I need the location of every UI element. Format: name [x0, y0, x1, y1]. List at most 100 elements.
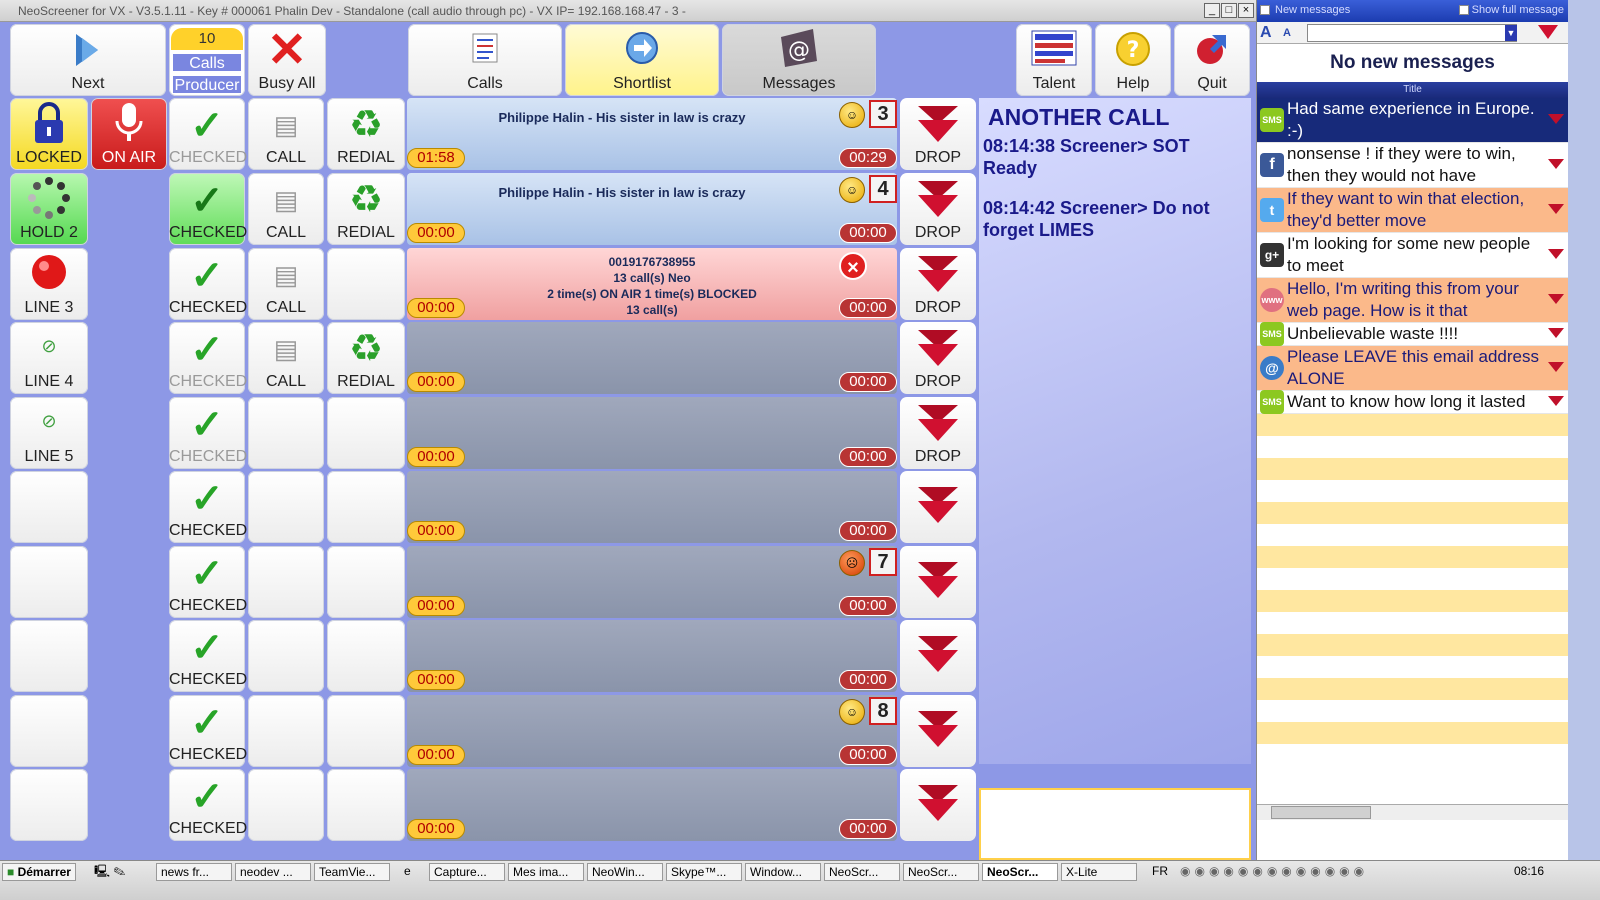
busy-all-button[interactable]: ✕ Busy All [248, 24, 326, 96]
scrollbar-thumb[interactable] [1271, 806, 1371, 819]
system-tray-icons[interactable]: ◉◉◉◉◉◉◉◉◉◉◉◉◉ [1176, 863, 1502, 881]
redial-slot-empty[interactable] [327, 546, 405, 618]
drop-button[interactable] [900, 471, 976, 543]
line-empty[interactable] [10, 695, 88, 767]
maximize-button[interactable]: □ [1221, 3, 1237, 18]
messages-button[interactable]: @ Messages [722, 24, 876, 96]
call-slot-empty[interactable] [248, 695, 324, 767]
call-row[interactable]: 00:00 00:00 [407, 471, 897, 543]
next-button[interactable]: Next [10, 24, 166, 96]
drop-arrow-icon[interactable] [1548, 396, 1564, 406]
drop-arrow-icon[interactable] [1548, 114, 1564, 124]
redial-slot-empty[interactable] [327, 695, 405, 767]
call-slot-empty[interactable] [248, 546, 324, 618]
call-row[interactable]: 00:00 00:00 [407, 769, 897, 841]
line-2-hold[interactable]: HOLD 2 [10, 173, 88, 245]
shortlist-button[interactable]: Shortlist [565, 24, 719, 96]
calls-button[interactable]: Calls [408, 24, 562, 96]
drop-button[interactable]: DROP [900, 248, 976, 320]
checked-button[interactable]: ✓ CHECKED [169, 695, 247, 767]
line-empty[interactable] [10, 546, 88, 618]
checked-button[interactable]: ✓ CHECKED [169, 173, 247, 245]
language-indicator[interactable]: FR [1148, 863, 1172, 881]
message-item[interactable]: SMS Want to know how long it lasted [1257, 390, 1568, 414]
line-empty[interactable] [10, 769, 88, 841]
redial-slot-empty[interactable] [327, 471, 405, 543]
taskbar-item[interactable]: news fr... [156, 863, 232, 881]
checked-button[interactable]: ✓ CHECKED [169, 397, 247, 469]
line-5[interactable]: ⊘ LINE 5 [10, 397, 88, 469]
call-button[interactable]: ▤ CALL [248, 248, 324, 320]
drop-button[interactable]: DROP [900, 173, 976, 245]
message-item[interactable]: f nonsense ! if they were to win, then th… [1257, 143, 1568, 188]
redial-slot-empty[interactable] [327, 397, 405, 469]
taskbar-item-active[interactable]: NeoScr... [982, 863, 1058, 881]
column-header-title[interactable]: Title [1257, 82, 1568, 98]
call-button[interactable]: ▤ CALL [248, 173, 324, 245]
message-item[interactable]: t If they want to win that election, they… [1257, 188, 1568, 233]
redial-slot-empty[interactable] [327, 620, 405, 692]
call-button[interactable]: ▤ CALL [248, 322, 324, 394]
quit-button[interactable]: Quit [1174, 24, 1250, 96]
chevron-down-icon[interactable]: ▼ [1505, 25, 1517, 41]
font-decrease-icon[interactable]: A [1283, 27, 1291, 39]
message-item[interactable]: g+ I'm looking for some new people to mee… [1257, 233, 1568, 278]
quicklaunch[interactable]: 🖳 ✎ [90, 863, 150, 881]
call-slot-empty[interactable] [248, 397, 324, 469]
delete-arrow-icon[interactable] [1538, 25, 1558, 39]
drop-button[interactable]: DROP [900, 98, 976, 170]
checked-button[interactable]: ✓ CHECKED [169, 471, 247, 543]
drop-button[interactable] [900, 546, 976, 618]
line-empty[interactable] [10, 471, 88, 543]
taskbar-item[interactable]: Mes ima... [508, 863, 584, 881]
line-1-locked[interactable]: LOCKED [10, 98, 88, 170]
call-slot-empty[interactable] [248, 471, 324, 543]
horizontal-scrollbar[interactable] [1257, 804, 1568, 820]
taskbar-item[interactable]: Skype™... [666, 863, 742, 881]
line-empty[interactable] [10, 620, 88, 692]
drop-arrow-icon[interactable] [1548, 249, 1564, 259]
close-button[interactable]: × [1238, 3, 1254, 18]
line-3[interactable]: LINE 3 [10, 248, 88, 320]
message-item[interactable]: SMS Had same experience in Europe. :-) [1257, 98, 1568, 143]
checked-button[interactable]: ✓ CHECKED [169, 546, 247, 618]
call-row[interactable]: ☺ 8 00:00 00:00 [407, 695, 897, 767]
call-slot-empty[interactable] [248, 620, 324, 692]
taskbar-item[interactable]: TeamVie... [314, 863, 390, 881]
note-input[interactable] [979, 788, 1251, 860]
talent-button[interactable]: Talent [1016, 24, 1092, 96]
drop-button[interactable]: DROP [900, 322, 976, 394]
producer-calls-button[interactable]: 10 Calls Producer [169, 24, 245, 96]
filter-select[interactable] [1307, 24, 1517, 42]
drop-button[interactable] [900, 695, 976, 767]
ie-icon[interactable]: e [400, 863, 422, 881]
call-row[interactable]: 00:00 00:00 [407, 620, 897, 692]
taskbar-item[interactable]: X-Lite [1061, 863, 1137, 881]
drop-arrow-icon[interactable] [1548, 294, 1564, 304]
show-full-checkbox[interactable] [1458, 5, 1469, 16]
new-messages-checkbox[interactable] [1260, 5, 1270, 15]
font-increase-icon[interactable]: A [1260, 24, 1272, 42]
taskbar-item[interactable]: NeoScr... [903, 863, 979, 881]
taskbar-item[interactable]: Window... [745, 863, 821, 881]
call-row[interactable]: Philippe Halin - His sister in law is cr… [407, 173, 897, 245]
drop-arrow-icon[interactable] [1548, 362, 1564, 372]
drop-button[interactable]: DROP [900, 397, 976, 469]
message-item[interactable]: @ Please LEAVE this email address ALONE [1257, 346, 1568, 391]
call-row-blocked[interactable]: 0019176738955 13 call(s) Neo 2 time(s) O… [407, 248, 897, 320]
drop-arrow-icon[interactable] [1548, 159, 1564, 169]
call-row[interactable]: 00:00 00:00 [407, 322, 897, 394]
taskbar-item[interactable]: Capture... [429, 863, 505, 881]
drop-arrow-icon[interactable] [1548, 328, 1564, 338]
drop-button[interactable] [900, 620, 976, 692]
call-slot-empty[interactable] [248, 769, 324, 841]
redial-button[interactable]: ♻ REDIAL [327, 173, 405, 245]
on-air-button[interactable]: ON AIR [91, 98, 167, 170]
checked-button[interactable]: ✓ CHECKED [169, 620, 247, 692]
message-item[interactable]: www Hello, I'm writing this from your web… [1257, 278, 1568, 323]
call-row[interactable]: Philippe Halin - His sister in law is cr… [407, 98, 897, 170]
redial-button[interactable]: ♻ REDIAL [327, 98, 405, 170]
redial-slot-empty[interactable] [327, 769, 405, 841]
call-button[interactable]: ▤ CALL [248, 98, 324, 170]
taskbar-item[interactable]: NeoWin... [587, 863, 663, 881]
